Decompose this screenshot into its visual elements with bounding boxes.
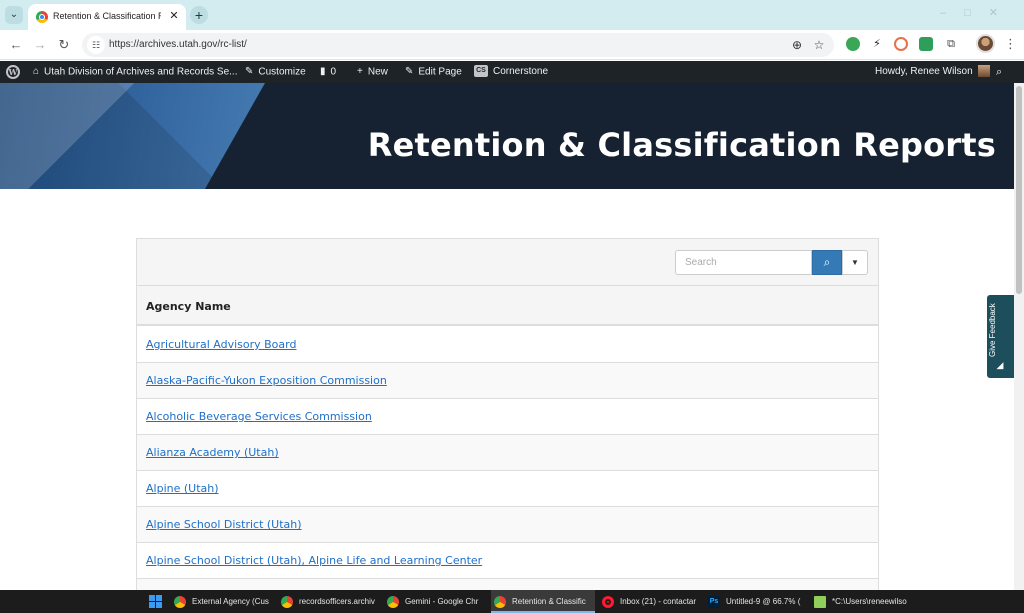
url-text[interactable]: https://archives.utah.gov/rc-list/ bbox=[109, 39, 247, 50]
taskbar-item[interactable]: Ps Untitled-9 @ 66.7% ( bbox=[708, 590, 806, 613]
admin-bar-howdy[interactable]: Howdy, Renee Wilson bbox=[875, 61, 990, 83]
chrome-icon bbox=[281, 595, 293, 608]
chrome-icon bbox=[174, 595, 186, 608]
tab-title: Retention & Classification Reports bbox=[53, 11, 161, 21]
site-info-icon[interactable]: ☷ bbox=[87, 36, 105, 54]
table-row: Agricultural Advisory Board bbox=[137, 327, 878, 363]
admin-bar-comments[interactable]: ▮ 0 bbox=[320, 61, 336, 83]
extension-sheet-icon[interactable] bbox=[919, 37, 933, 51]
agency-link[interactable]: Alianza Academy (Utah) bbox=[146, 446, 279, 459]
search-button[interactable]: ⌕ bbox=[812, 250, 842, 275]
agency-link[interactable]: Alcoholic Beverage Services Commission bbox=[146, 410, 372, 423]
browser-menu-icon[interactable]: ⋮ bbox=[1004, 36, 1017, 52]
wp-admin-bar: W ⌂ Utah Division of Archives and Records… bbox=[0, 61, 1024, 83]
caret-down-icon: ▼ bbox=[851, 258, 859, 267]
chrome-icon bbox=[494, 595, 506, 608]
reload-icon[interactable]: ↻ bbox=[56, 37, 72, 53]
table-header: Agency Name bbox=[137, 286, 878, 326]
agency-link[interactable]: Alpine School District (Utah) bbox=[146, 518, 302, 531]
bookmark-star-icon[interactable]: ☆ bbox=[812, 38, 826, 52]
admin-bar-edit-page[interactable]: ✎ Edit Page bbox=[405, 61, 462, 83]
new-tab-button[interactable]: + bbox=[190, 6, 208, 24]
browser-tab-strip: ⌄ Retention & Classification Reports ✕ +… bbox=[0, 0, 1024, 30]
search-icon: ⌕ bbox=[823, 255, 831, 269]
give-feedback-tab[interactable]: Give Feedback ◢ bbox=[987, 295, 1014, 378]
agency-link[interactable]: Alpine (Utah) bbox=[146, 482, 219, 495]
column-header-agency-name[interactable]: Agency Name bbox=[146, 300, 231, 313]
agency-link[interactable]: Agricultural Advisory Board bbox=[146, 338, 296, 351]
admin-bar-new[interactable]: + New bbox=[357, 61, 388, 83]
windows-start-icon[interactable] bbox=[149, 595, 162, 608]
table-row: Alpine School District (Utah), Alpine Li… bbox=[137, 543, 878, 579]
extension-green-icon[interactable] bbox=[846, 37, 860, 51]
give-feedback-label: Give Feedback bbox=[988, 303, 997, 357]
forward-arrow-icon[interactable]: → bbox=[32, 37, 48, 53]
table-row: Alianza Academy (Utah) bbox=[137, 435, 878, 471]
wordpress-logo-icon[interactable]: W bbox=[6, 65, 20, 79]
notepad-icon bbox=[814, 595, 826, 608]
admin-search-icon[interactable]: ⌕ bbox=[996, 61, 1002, 83]
taskbar-item[interactable]: External Agency (Cus bbox=[174, 590, 272, 613]
megaphone-icon: ◢ bbox=[996, 360, 1004, 370]
table-row: Alaska-Pacific-Yukon Exposition Commissi… bbox=[137, 363, 878, 399]
chrome-icon bbox=[387, 595, 399, 608]
cornerstone-icon: CS bbox=[474, 65, 488, 78]
tab-close-icon[interactable]: ✕ bbox=[167, 9, 181, 23]
agency-table-panel: ⌕ ▼ Agency Name Agricultural Advisory Bo… bbox=[136, 238, 879, 613]
page-scrollbar-thumb[interactable] bbox=[1016, 86, 1022, 294]
zoom-icon[interactable]: ⊕ bbox=[790, 38, 804, 52]
table-body: Agricultural Advisory Board Alaska-Pacif… bbox=[137, 327, 878, 613]
agency-link[interactable]: Alpine School District (Utah), Alpine Li… bbox=[146, 554, 482, 567]
tab-search-chevron-icon[interactable]: ⌄ bbox=[5, 6, 23, 24]
dashboard-icon: ⌂ bbox=[33, 66, 40, 77]
table-row: Alcoholic Beverage Services Commission bbox=[137, 399, 878, 435]
hero-banner: Retention & Classification Reports bbox=[0, 83, 1014, 189]
table-row: Alpine (Utah) bbox=[137, 471, 878, 507]
taskbar-item[interactable]: Inbox (21) - contactar bbox=[602, 590, 700, 613]
extension-orange-icon[interactable] bbox=[894, 37, 908, 51]
admin-bar-cornerstone[interactable]: CS Cornerstone bbox=[474, 61, 548, 83]
taskbar-item[interactable]: recordsofficers.archiv bbox=[281, 590, 378, 613]
os-taskbar: External Agency (Cus recordsofficers.arc… bbox=[0, 590, 1024, 613]
table-row: Alpine School District (Utah) bbox=[137, 507, 878, 543]
user-avatar bbox=[977, 65, 990, 78]
window-controls[interactable]: –□✕ bbox=[940, 6, 1016, 19]
extension-bolt-icon[interactable]: ⚡ bbox=[870, 37, 884, 51]
opera-icon bbox=[602, 595, 614, 608]
extensions-puzzle-icon[interactable]: ⧉ bbox=[944, 37, 958, 51]
admin-bar-customize[interactable]: ✎ Customize bbox=[245, 61, 306, 83]
brush-icon: ✎ bbox=[245, 66, 254, 77]
back-arrow-icon[interactable]: ← bbox=[8, 37, 24, 53]
page-title: Retention & Classification Reports bbox=[367, 126, 996, 164]
taskbar-item[interactable]: Gemini - Google Chr bbox=[387, 590, 485, 613]
table-toolbar: ⌕ ▼ bbox=[137, 239, 878, 286]
profile-avatar[interactable] bbox=[976, 34, 995, 53]
search-input[interactable] bbox=[675, 250, 812, 275]
pencil-icon: ✎ bbox=[405, 66, 414, 77]
photoshop-icon: Ps bbox=[708, 595, 720, 608]
comment-icon: ▮ bbox=[320, 66, 326, 77]
taskbar-item[interactable]: *C:\Users\reneewilso bbox=[814, 590, 914, 613]
site-favicon-icon bbox=[36, 11, 48, 23]
admin-bar-site-name[interactable]: ⌂ Utah Division of Archives and Records S… bbox=[33, 61, 237, 83]
address-bar[interactable]: ☷ https://archives.utah.gov/rc-list/ ⊕ ☆ bbox=[82, 33, 834, 57]
plus-icon: + bbox=[357, 66, 363, 77]
browser-tab-active[interactable]: Retention & Classification Reports ✕ bbox=[28, 4, 186, 30]
columns-dropdown-button[interactable]: ▼ bbox=[842, 250, 868, 275]
agency-link[interactable]: Alaska-Pacific-Yukon Exposition Commissi… bbox=[146, 374, 387, 387]
taskbar-item-active[interactable]: Retention & Classific bbox=[491, 590, 595, 613]
